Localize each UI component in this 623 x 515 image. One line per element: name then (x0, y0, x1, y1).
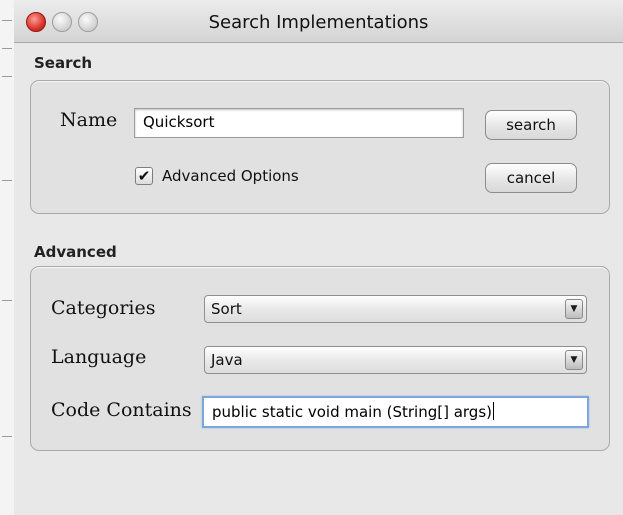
search-group (30, 80, 610, 214)
name-input[interactable]: Quicksort (134, 108, 464, 138)
categories-label: Categories (51, 297, 156, 319)
cancel-button[interactable]: cancel (485, 163, 577, 193)
background-text-line (2, 300, 12, 301)
search-button[interactable]: search (485, 110, 577, 140)
background-text-line (2, 48, 12, 49)
background-text-line (2, 76, 12, 77)
text-caret (492, 402, 494, 420)
advanced-options-checkbox[interactable]: ✔ (135, 167, 153, 185)
advanced-section-label: Advanced (34, 243, 117, 261)
categories-selected-value: Sort (211, 300, 242, 318)
title-bar[interactable]: Search Implementations (14, 0, 623, 43)
language-selected-value: Java (211, 351, 243, 369)
background-text-line (2, 436, 12, 437)
code-contains-value: public static void main (String[] args) (212, 403, 492, 421)
code-contains-label: Code Contains (51, 399, 192, 421)
dropdown-arrow-icon[interactable]: ▼ (565, 299, 583, 319)
search-implementations-dialog: Search Implementations Search Name Quick… (14, 0, 623, 515)
language-select[interactable]: Java ▼ (204, 346, 587, 374)
advanced-options-label[interactable]: Advanced Options (162, 167, 299, 185)
window-title: Search Implementations (208, 12, 429, 33)
background-window-edge (0, 0, 15, 515)
search-section-label: Search (34, 54, 93, 72)
categories-select[interactable]: Sort ▼ (204, 295, 587, 323)
dropdown-arrow-icon[interactable]: ▼ (565, 350, 583, 370)
checkmark-icon: ✔ (137, 167, 151, 185)
background-text-line (2, 20, 12, 21)
name-input-value: Quicksort (143, 113, 215, 131)
language-label: Language (51, 346, 147, 368)
name-label: Name (60, 109, 118, 131)
code-contains-input[interactable]: public static void main (String[] args) (202, 396, 589, 428)
background-text-line (2, 180, 12, 181)
